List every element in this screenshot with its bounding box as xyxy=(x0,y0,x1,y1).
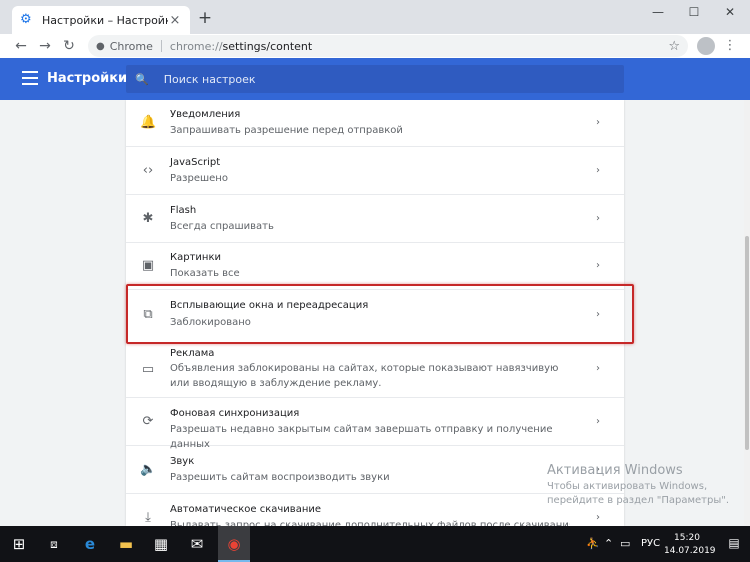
new-tab-button[interactable]: + xyxy=(196,8,214,28)
forward-button[interactable]: → xyxy=(35,36,55,56)
search-icon: 🔍 xyxy=(135,72,149,86)
profile-avatar[interactable] xyxy=(697,37,715,55)
start-windows-icon[interactable]: ⊞ xyxy=(9,535,29,553)
back-button[interactable]: ← xyxy=(11,36,31,56)
url-scheme: chrome:// xyxy=(169,39,223,53)
watermark-line: Чтобы активировать Windows, xyxy=(547,481,708,492)
tray-people-icon[interactable]: ⛹ xyxy=(586,537,600,550)
row-ads[interactable]: ▭ Реклама Объявления заблокированы на са… xyxy=(126,343,624,398)
row-title: Картинки xyxy=(170,252,221,263)
row-subtitle: Выдавать запрос на скачивание дополнител… xyxy=(170,520,570,526)
row-title: Уведомления xyxy=(170,109,241,120)
settings-header: Настройки 🔍 xyxy=(0,58,750,100)
row-title: Автоматическое скачивание xyxy=(170,504,322,515)
battery-network-icon[interactable]: ▭ xyxy=(620,537,630,550)
reload-button[interactable]: ↻ xyxy=(59,36,79,56)
row-subtitle: Объявления заблокированы на сайтах, кото… xyxy=(170,363,559,389)
row-title: Звук xyxy=(170,456,195,467)
chrome-icon[interactable]: ◉ xyxy=(224,535,244,553)
tray-chevron-icon[interactable]: ⌃ xyxy=(604,537,613,550)
omnibox-separator xyxy=(160,40,162,52)
code-icon: ‹› xyxy=(142,163,154,178)
puzzle-icon: ✱ xyxy=(142,211,154,226)
row-javascript[interactable]: ‹› JavaScript Разрешено › xyxy=(126,147,624,195)
watermark-line: перейдите в раздел "Параметры". xyxy=(547,495,730,506)
chevron-right-icon: › xyxy=(596,512,600,523)
minimize-button[interactable]: — xyxy=(640,2,676,22)
chevron-right-icon: › xyxy=(596,165,600,176)
row-subtitle: Разрешено xyxy=(170,173,228,184)
chrome-label: Chrome xyxy=(109,39,153,53)
row-images[interactable]: ▣ Картинки Показать все › xyxy=(126,243,624,290)
tab-close-icon[interactable]: × xyxy=(168,13,182,28)
settings-gear-icon: ⚙ xyxy=(20,12,32,27)
watermark-title: Активация Windows xyxy=(547,463,683,478)
row-subtitle: Заблокировано xyxy=(170,317,251,328)
chevron-right-icon: › xyxy=(596,416,600,427)
chevron-right-icon: › xyxy=(596,363,600,374)
row-subtitle: Всегда спрашивать xyxy=(170,221,274,232)
file-explorer-icon[interactable]: ▬ xyxy=(116,535,136,553)
settings-title: Настройки xyxy=(47,71,128,86)
input-language[interactable]: РУС xyxy=(641,538,660,549)
sound-icon: 🔈 xyxy=(140,462,157,477)
activation-watermark: Активация Windows Чтобы активировать Win… xyxy=(547,463,742,508)
browser-tab[interactable]: ⚙ Настройки – Настройки сайта × xyxy=(12,6,190,34)
chevron-right-icon: › xyxy=(596,260,600,271)
browser-menu-icon[interactable]: ⋮ xyxy=(722,36,738,56)
bell-icon: 🔔 xyxy=(140,115,157,130)
row-title: Реклама xyxy=(170,348,215,359)
chevron-right-icon: › xyxy=(596,213,600,224)
row-background-sync[interactable]: ⟳ Фоновая синхронизация Разрешать недавн… xyxy=(126,398,624,450)
clock-time: 15:20 xyxy=(674,533,700,543)
row-title: Фоновая синхронизация xyxy=(170,408,300,419)
edge-browser-icon[interactable]: e xyxy=(80,535,100,553)
row-notifications[interactable]: 🔔 Уведомления Запрашивать разрешение пер… xyxy=(126,100,624,147)
image-icon: ▣ xyxy=(141,258,155,273)
mail-icon[interactable]: ✉ xyxy=(187,535,207,553)
clock-date: 14.07.2019 xyxy=(664,546,716,556)
download-icon: ⤓ xyxy=(145,510,151,525)
chevron-right-icon: › xyxy=(596,117,600,128)
tab-title: Настройки – Настройки сайта xyxy=(42,13,168,27)
search-input[interactable] xyxy=(161,71,562,87)
close-window-button[interactable]: ✕ xyxy=(712,2,748,22)
hamburger-menu-icon[interactable] xyxy=(22,71,38,85)
taskbar-clock[interactable]: 15:20 14.07.2019 xyxy=(664,532,716,558)
row-subtitle: Показать все xyxy=(170,268,240,279)
bookmark-star-icon[interactable]: ☆ xyxy=(668,39,680,54)
search-box[interactable]: 🔍 xyxy=(126,65,624,93)
maximize-button[interactable]: ☐ xyxy=(676,2,712,22)
scroll-thumb[interactable] xyxy=(745,236,749,450)
chevron-right-icon: › xyxy=(596,309,600,320)
sync-icon: ⟳ xyxy=(142,414,154,429)
address-bar[interactable]: ● Chrome chrome:// settings/content ☆ xyxy=(88,35,688,57)
row-title: JavaScript xyxy=(170,157,221,168)
row-title: Всплывающие окна и переадресация xyxy=(170,300,369,311)
title-bar: ⚙ Настройки – Настройки сайта × + — ☐ ✕ xyxy=(0,0,750,34)
page-scrollbar[interactable] xyxy=(744,100,750,526)
row-popups-redirects[interactable]: ⧉ Всплывающие окна и переадресация Забло… xyxy=(126,290,624,343)
row-flash[interactable]: ✱ Flash Всегда спрашивать › xyxy=(126,195,624,243)
browser-toolbar: ← → ↻ ● Chrome chrome:// settings/conten… xyxy=(0,34,750,58)
site-info-icon[interactable]: ● xyxy=(96,41,105,52)
task-view-icon[interactable]: ⧈ xyxy=(44,535,64,553)
notification-center-icon[interactable]: ▤ xyxy=(726,536,742,552)
open-external-icon: ⧉ xyxy=(143,307,153,322)
row-title: Flash xyxy=(170,205,197,216)
store-icon[interactable]: ▦ xyxy=(151,535,171,553)
windows-taskbar: ⊞ ⧈ e ▬ ▦ ✉ ◉ ⛹ ⌃ ▭ РУС 15:20 14.07.2019… xyxy=(0,526,750,562)
ad-window-icon: ▭ xyxy=(141,362,155,377)
url-path: settings/content xyxy=(222,39,313,53)
row-subtitle: Запрашивать разрешение перед отправкой xyxy=(170,125,403,136)
row-subtitle: Разрешить сайтам воспроизводить звуки xyxy=(170,472,390,483)
